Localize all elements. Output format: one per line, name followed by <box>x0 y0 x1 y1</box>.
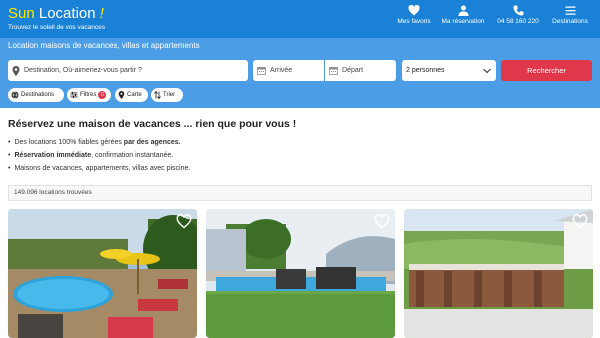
departure-date-field[interactable]: Départ <box>325 60 396 81</box>
top-header: Sun Location ! Trouvez le soleil de vos … <box>0 0 600 38</box>
logo-location-text: Location <box>34 5 96 22</box>
benefit-strong: Réservation immédiate <box>14 152 92 159</box>
nav-reservation-label: Ma réservation <box>441 18 485 25</box>
calendar-icon <box>329 67 338 75</box>
page-headline: Réservez une maison de vacances ... rien… <box>8 118 297 130</box>
filters-chip[interactable]: Filtres 0 <box>67 88 111 102</box>
search-button[interactable]: Rechercher <box>501 60 592 81</box>
menu-icon <box>565 6 575 15</box>
guests-select[interactable]: 2 personnes <box>402 60 496 81</box>
nav-destinations-label: Destinations <box>552 18 588 25</box>
chevron-down-icon <box>483 68 491 73</box>
filters-count-badge: 0 <box>98 91 107 99</box>
nav-phone-number: 04 58 160 220 <box>497 18 539 25</box>
map-pin-icon <box>118 91 125 99</box>
listing-photo <box>206 209 395 338</box>
calendar-icon <box>257 67 266 75</box>
guests-value: 2 personnes <box>406 67 445 74</box>
nav-phone[interactable]: 04 58 160 220 <box>493 5 543 33</box>
sliders-icon <box>70 91 78 98</box>
arrival-date-field[interactable]: Arrivée <box>253 60 324 81</box>
benefit-item: Maisons de vacances, appartements, villa… <box>8 162 190 175</box>
main-content: Réservez une maison de vacances ... rien… <box>0 108 600 338</box>
benefit-text: Maisons de vacances, appartements, villa… <box>14 165 191 172</box>
benefit-strong: par des agences. <box>123 139 181 146</box>
user-icon <box>458 5 468 16</box>
search-band: Location maisons de vacances, villas et … <box>0 38 600 108</box>
logo-sun-text: Sun <box>8 5 35 22</box>
destination-placeholder: Destination, Où-aimeriez-vous partir ? <box>24 67 142 74</box>
results-count: 149.096 locations trouvées <box>8 185 592 201</box>
map-chip-label: Carte <box>127 92 142 98</box>
destinations-chip[interactable]: Destinations <box>8 88 64 102</box>
nav-reservation[interactable]: Ma réservation <box>439 5 487 33</box>
destination-input[interactable]: Destination, Où-aimeriez-vous partir ? <box>8 60 248 81</box>
nav-favorites-label: Mes favoris <box>397 18 431 25</box>
listing-card[interactable] <box>404 209 593 338</box>
logo-bang-text: ! <box>95 5 104 22</box>
destinations-chip-label: Destinations <box>21 92 55 98</box>
filters-chip-label: Filtres <box>80 92 97 98</box>
benefit-item: Réservation immédiate, confirmation inst… <box>8 149 190 162</box>
nav-favorites[interactable]: Mes favoris <box>393 5 435 33</box>
nav-destinations[interactable]: Destinations <box>548 5 592 33</box>
heart-icon[interactable] <box>374 214 390 229</box>
arrival-placeholder: Arrivée <box>270 67 293 74</box>
globe-icon <box>11 91 19 99</box>
benefit-text: Des locations 100% fiables gérées <box>14 139 124 146</box>
map-chip[interactable]: Carte <box>115 88 148 102</box>
phone-icon <box>513 5 523 16</box>
heart-icon <box>408 5 420 16</box>
site-tagline: Trouvez le soleil de vos vacances <box>8 24 105 31</box>
benefit-item: Des locations 100% fiables gérées par de… <box>8 136 190 149</box>
sort-chip[interactable]: Trier <box>151 88 183 102</box>
departure-placeholder: Départ <box>342 67 364 74</box>
benefits-list: Des locations 100% fiables gérées par de… <box>8 136 190 175</box>
benefit-text: , confirmation instantanée. <box>91 152 174 159</box>
listing-card[interactable] <box>206 209 395 338</box>
sort-chip-label: Trier <box>163 92 176 98</box>
search-subtitle: Location maisons de vacances, villas et … <box>8 41 200 50</box>
sort-icon <box>154 91 161 99</box>
heart-icon[interactable] <box>176 214 192 229</box>
heart-icon[interactable] <box>572 214 588 229</box>
listing-card[interactable] <box>8 209 197 338</box>
map-pin-icon <box>12 65 20 76</box>
listing-photo <box>404 209 593 338</box>
site-logo[interactable]: Sun Location ! <box>8 6 104 22</box>
listing-photo <box>8 209 197 338</box>
